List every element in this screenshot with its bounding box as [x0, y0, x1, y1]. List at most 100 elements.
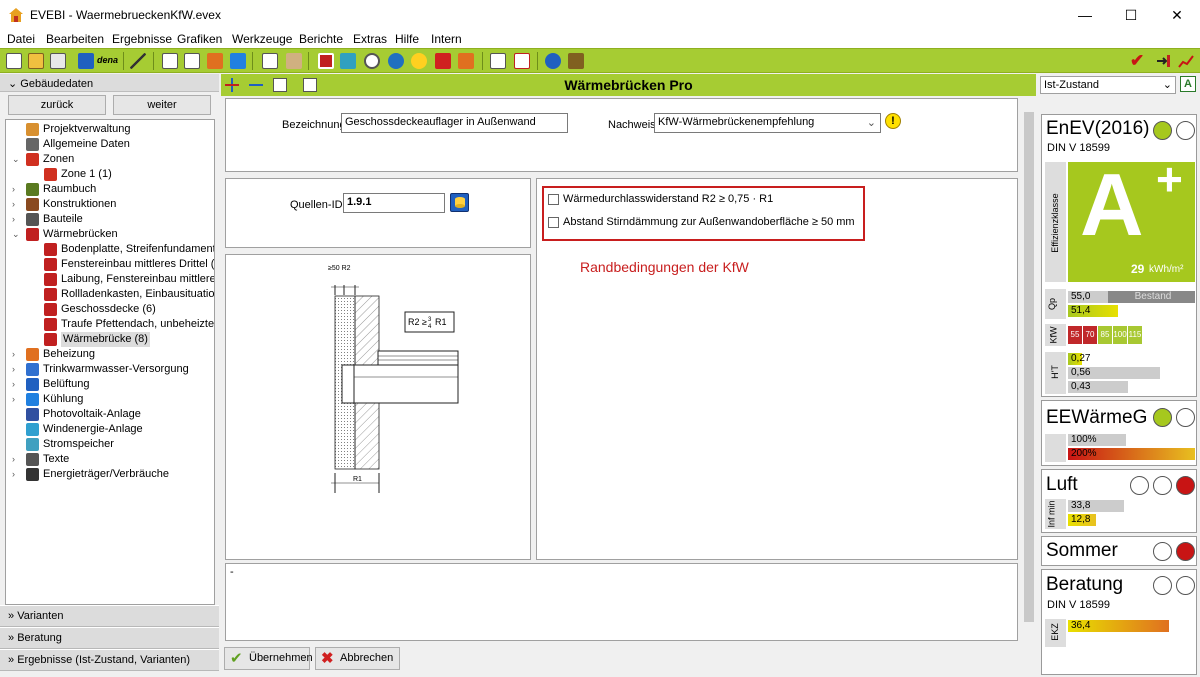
fan-icon[interactable] — [388, 53, 404, 69]
calculator-icon[interactable] — [568, 53, 584, 69]
check-icon[interactable]: ✔ — [1130, 51, 1144, 71]
minimize-button[interactable]: — — [1062, 0, 1108, 30]
warning-icon[interactable]: ! — [885, 113, 901, 129]
menu-hilfe[interactable]: Hilfe — [395, 32, 419, 46]
zoom-icon[interactable]: A — [1180, 76, 1196, 92]
tree-item[interactable]: › Konstruktionen — [6, 197, 214, 212]
menu-grafiken[interactable]: Grafiken — [177, 32, 222, 46]
tree-item[interactable]: › Beheizung — [6, 347, 214, 362]
chevron-right-icon[interactable]: › — [12, 212, 21, 227]
title-bar: EVEBI - WaermebrueckenKfW.evex — ☐ ✕ — [0, 0, 1200, 30]
chevron-right-icon[interactable]: › — [12, 377, 21, 392]
menu-berichte[interactable]: Berichte — [299, 32, 343, 46]
tree-item[interactable]: › Kühlung — [6, 392, 214, 407]
bezeichnung-input[interactable]: Geschossdeckeauflager in Außenwand — [341, 113, 568, 133]
tree-item[interactable]: Projektverwaltung — [6, 122, 214, 137]
tree-item[interactable]: Fenstereinbau mittleres Drittel (3) — [6, 257, 214, 272]
tree-item[interactable]: › Belüftung — [6, 377, 214, 392]
close-button[interactable]: ✕ — [1154, 0, 1200, 30]
chevron-down-icon[interactable]: ⌄ — [12, 227, 21, 242]
export-icon[interactable] — [78, 53, 94, 69]
menu-bearbeiten[interactable]: Bearbeiten — [46, 32, 104, 46]
open-folder-icon[interactable] — [28, 53, 44, 69]
forward-button[interactable]: weiter — [113, 95, 211, 115]
tree-item[interactable]: › Bauteile — [6, 212, 214, 227]
sun-icon[interactable] — [411, 53, 427, 69]
apply-button[interactable]: ✔ Übernehmen — [224, 647, 313, 670]
lightning-icon[interactable] — [435, 53, 451, 69]
next-blue-icon[interactable] — [230, 53, 246, 69]
tree-item[interactable]: Stromspeicher — [6, 437, 214, 452]
chevron-right-icon[interactable]: › — [12, 392, 21, 407]
tree-item[interactable]: › Energieträger/Verbräuche — [6, 467, 214, 482]
tree-item[interactable]: › Trinkwarmwasser-Versorgung — [6, 362, 214, 377]
tree-item[interactable]: Geschossdecke (6) — [6, 302, 214, 317]
tree-item[interactable]: ⌄ Zonen — [6, 152, 214, 167]
section-ergebnisse[interactable]: » Ergebnisse (Ist-Zustand, Varianten) — [0, 649, 219, 671]
tree-item[interactable]: ⌄ Wärmebrücken — [6, 227, 214, 242]
chevron-right-icon[interactable]: › — [12, 362, 21, 377]
menu-datei[interactable]: Datei — [7, 32, 35, 46]
tree-item[interactable]: Windenergie-Anlage — [6, 422, 214, 437]
checkbox-distance-condition[interactable] — [548, 217, 559, 228]
database-icon[interactable] — [450, 193, 469, 212]
help-icon[interactable] — [545, 53, 561, 69]
chevron-right-icon[interactable]: › — [12, 467, 21, 482]
tree-item-label: Projektverwaltung — [43, 123, 131, 135]
tree-item[interactable]: Allgemeine Daten — [6, 137, 214, 152]
chevron-right-icon[interactable]: › — [12, 347, 21, 362]
grid-icon[interactable] — [340, 53, 356, 69]
tree-icon[interactable] — [262, 53, 278, 69]
pdf-icon[interactable] — [514, 53, 530, 69]
scrollbar-thumb[interactable] — [1024, 112, 1034, 622]
wand-icon[interactable] — [130, 53, 146, 69]
search-icon[interactable] — [364, 53, 380, 69]
section-beratung[interactable]: » Beratung — [0, 627, 219, 649]
chart-icon[interactable] — [1178, 53, 1194, 69]
tree-item[interactable]: › Raumbuch — [6, 182, 214, 197]
euro-icon[interactable] — [458, 53, 474, 69]
dena-icon[interactable]: dena — [97, 55, 118, 65]
new-file-icon[interactable] — [6, 53, 22, 69]
solar-icon — [26, 408, 39, 421]
cancel-button[interactable]: ✖ Abbrechen — [315, 647, 400, 670]
exit-icon[interactable] — [1155, 53, 1171, 69]
maximize-button[interactable]: ☐ — [1108, 0, 1154, 30]
menu-extras[interactable]: Extras — [353, 32, 387, 46]
toolbar-separator — [153, 52, 154, 70]
list-icon[interactable] — [490, 53, 506, 69]
wall-icon[interactable] — [318, 53, 334, 69]
state-select[interactable]: Ist-Zustand ⌄ — [1040, 76, 1176, 94]
tree-item[interactable]: Traufe Pfettendach, unbeheizter — [6, 317, 214, 332]
ruler-icon[interactable] — [286, 53, 302, 69]
back-button[interactable]: zurück — [8, 95, 106, 115]
ee-label-bg — [1045, 434, 1066, 462]
menu-intern[interactable]: Intern — [431, 32, 462, 46]
next-orange-icon[interactable] — [207, 53, 223, 69]
tree-item[interactable]: Bodenplatte, Streifenfundament, — [6, 242, 214, 257]
report-icon[interactable] — [184, 53, 200, 69]
notes-panel[interactable]: - — [225, 563, 1018, 641]
ee-status-green — [1153, 408, 1172, 427]
document-icon[interactable] — [162, 53, 178, 69]
copy-icon[interactable] — [50, 53, 66, 69]
chevron-right-icon[interactable]: › — [12, 452, 21, 467]
conditions-panel: Wärmedurchlasswiderstand R2 ≥ 0,75 · R1 … — [536, 178, 1018, 560]
tree-item[interactable]: Photovoltaik-Anlage — [6, 407, 214, 422]
checkbox-distance-label: Abstand Stirndämmung zur Außenwandoberfl… — [563, 216, 855, 228]
tree-item[interactable]: Wärmebrücke (8) — [6, 332, 214, 347]
quellen-input[interactable]: 1.9.1 — [343, 193, 445, 213]
tree-item[interactable]: Rollladenkasten, Einbausituation m — [6, 287, 214, 302]
checkbox-r2-condition[interactable] — [548, 194, 559, 205]
section-varianten[interactable]: » Varianten — [0, 605, 219, 627]
nachweis-select[interactable]: KfW-Wärmebrückenempfehlung ⌄ — [654, 113, 881, 133]
chevron-down-icon[interactable]: ⌄ — [12, 152, 21, 167]
menu-ergebnisse[interactable]: Ergebnisse — [112, 32, 172, 46]
tree-item[interactable]: Zone 1 (1) — [6, 167, 214, 182]
tree-item[interactable]: Laibung, Fenstereinbau mittleres — [6, 272, 214, 287]
tree-item[interactable]: › Texte — [6, 452, 214, 467]
chevron-right-icon[interactable]: › — [12, 197, 21, 212]
nav-header[interactable]: ⌄ Gebäudedaten — [0, 74, 219, 92]
menu-werkzeuge[interactable]: Werkzeuge — [232, 32, 292, 46]
chevron-right-icon[interactable]: › — [12, 182, 21, 197]
